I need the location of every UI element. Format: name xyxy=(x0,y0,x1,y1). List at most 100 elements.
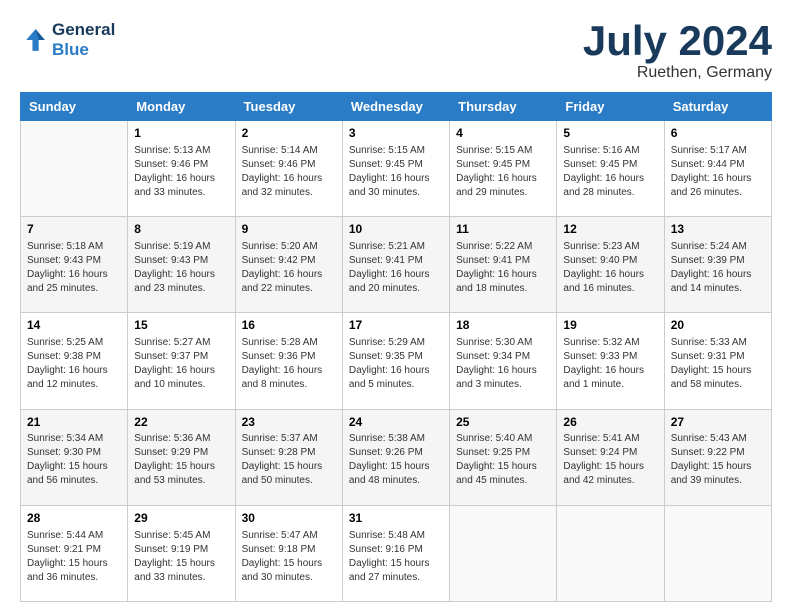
sunset-text: Sunset: 9:43 PM xyxy=(134,254,228,268)
table-row xyxy=(21,121,128,217)
sunrise-text: Sunrise: 5:27 AM xyxy=(134,336,228,350)
daylight-text: Daylight: 15 hours and 33 minutes. xyxy=(134,557,228,585)
day-number: 3 xyxy=(349,125,443,142)
sunset-text: Sunset: 9:28 PM xyxy=(242,446,336,460)
day-number: 9 xyxy=(242,221,336,238)
day-number: 10 xyxy=(349,221,443,238)
sunrise-text: Sunrise: 5:24 AM xyxy=(671,240,765,254)
calendar-week-row: 28 Sunrise: 5:44 AMSunset: 9:21 PM Dayligh… xyxy=(21,505,772,601)
table-row: 23Sunrise: 5:37 AMSunset: 9:28 PMDayligh… xyxy=(235,409,342,505)
day-number: 8 xyxy=(134,221,228,238)
col-friday: Friday xyxy=(557,93,664,121)
sunrise-text: Sunrise: 5:15 AM xyxy=(349,144,443,158)
sunset-text: Sunset: 9:35 PM xyxy=(349,350,443,364)
sunset-text: Sunset: 9:25 PM xyxy=(456,446,550,460)
table-row: 25Sunrise: 5:40 AMSunset: 9:25 PMDayligh… xyxy=(450,409,557,505)
sunrise-text: Sunrise: 5:43 AM xyxy=(671,432,765,446)
day-number: 12 xyxy=(563,221,657,238)
logo: General Blue xyxy=(20,20,115,59)
table-row: 21Sunrise: 5:34 AMSunset: 9:30 PMDayligh… xyxy=(21,409,128,505)
calendar-week-row: 7Sunrise: 5:18 AMSunset: 9:43 PMDaylight… xyxy=(21,217,772,313)
day-number: 28 xyxy=(27,510,121,527)
sunrise-text: Sunrise: 5:15 AM xyxy=(456,144,550,158)
sunset-text: Sunset: 9:41 PM xyxy=(456,254,550,268)
sunset-text: Sunset: 9:43 PM xyxy=(27,254,121,268)
sunrise-text: Sunrise: 5:18 AM xyxy=(27,240,121,254)
day-number: 17 xyxy=(349,317,443,334)
sunset-text: Sunset: 9:45 PM xyxy=(349,158,443,172)
sunrise-text: Sunrise: 5:23 AM xyxy=(563,240,657,254)
daylight-text: Daylight: 16 hours and 20 minutes. xyxy=(349,268,443,296)
daylight-text: Daylight: 15 hours and 30 minutes. xyxy=(242,557,336,585)
table-row: 6Sunrise: 5:17 AMSunset: 9:44 PMDaylight… xyxy=(664,121,771,217)
sunrise-text: Sunrise: 5:45 AM xyxy=(134,529,228,543)
daylight-text: Daylight: 16 hours and 33 minutes. xyxy=(134,172,228,200)
table-row: 9Sunrise: 5:20 AMSunset: 9:42 PMDaylight… xyxy=(235,217,342,313)
logo-text: General Blue xyxy=(52,20,115,59)
daylight-text: Daylight: 15 hours and 48 minutes. xyxy=(349,460,443,488)
daylight-text: Daylight: 16 hours and 23 minutes. xyxy=(134,268,228,296)
day-number: 15 xyxy=(134,317,228,334)
table-row: 3Sunrise: 5:15 AMSunset: 9:45 PMDaylight… xyxy=(342,121,449,217)
page: General Blue July 2024 Ruethen, Germany … xyxy=(0,0,792,612)
daylight-text: Daylight: 15 hours and 58 minutes. xyxy=(671,364,765,392)
sunrise-text: Sunrise: 5:14 AM xyxy=(242,144,336,158)
day-number: 16 xyxy=(242,317,336,334)
day-number: 14 xyxy=(27,317,121,334)
sunset-text: Sunset: 9:33 PM xyxy=(563,350,657,364)
sunset-text: Sunset: 9:41 PM xyxy=(349,254,443,268)
sunset-text: Sunset: 9:46 PM xyxy=(134,158,228,172)
table-row: 4Sunrise: 5:15 AMSunset: 9:45 PMDaylight… xyxy=(450,121,557,217)
day-number: 7 xyxy=(27,221,121,238)
table-row: 28Sunrise: 5:44 AMSunset: 9:21 PMDayligh… xyxy=(21,505,128,601)
daylight-text: Daylight: 16 hours and 10 minutes. xyxy=(134,364,228,392)
day-number: 6 xyxy=(671,125,765,142)
daylight-text: Daylight: 16 hours and 29 minutes. xyxy=(456,172,550,200)
day-number: 23 xyxy=(242,414,336,431)
daylight-text: Daylight: 15 hours and 53 minutes. xyxy=(134,460,228,488)
sunset-text: Sunset: 9:19 PM xyxy=(134,543,228,557)
table-row xyxy=(557,505,664,601)
daylight-text: Daylight: 16 hours and 5 minutes. xyxy=(349,364,443,392)
table-row: 13Sunrise: 5:24 AMSunset: 9:39 PMDayligh… xyxy=(664,217,771,313)
sunset-text: Sunset: 9:18 PM xyxy=(242,543,336,557)
daylight-text: Daylight: 15 hours and 56 minutes. xyxy=(27,460,121,488)
sunrise-text: Sunrise: 5:29 AM xyxy=(349,336,443,350)
col-saturday: Saturday xyxy=(664,93,771,121)
day-number: 25 xyxy=(456,414,550,431)
sunset-text: Sunset: 9:30 PM xyxy=(27,446,121,460)
sunrise-text: Sunrise: 5:44 AM xyxy=(27,529,121,543)
daylight-text: Daylight: 16 hours and 8 minutes. xyxy=(242,364,336,392)
day-number: 26 xyxy=(563,414,657,431)
sunrise-text: Sunrise: 5:30 AM xyxy=(456,336,550,350)
title-block: July 2024 Ruethen, Germany xyxy=(583,20,772,82)
sunrise-text: Sunrise: 5:25 AM xyxy=(27,336,121,350)
calendar-table: Sunday Monday Tuesday Wednesday Thursday… xyxy=(20,92,772,602)
table-row: 16Sunrise: 5:28 AMSunset: 9:36 PMDayligh… xyxy=(235,313,342,409)
sunset-text: Sunset: 9:42 PM xyxy=(242,254,336,268)
sunset-text: Sunset: 9:31 PM xyxy=(671,350,765,364)
calendar-week-row: 14Sunrise: 5:25 AMSunset: 9:38 PMDayligh… xyxy=(21,313,772,409)
day-number: 22 xyxy=(134,414,228,431)
daylight-text: Daylight: 16 hours and 16 minutes. xyxy=(563,268,657,296)
daylight-text: Daylight: 16 hours and 1 minute. xyxy=(563,364,657,392)
day-number: 18 xyxy=(456,317,550,334)
col-wednesday: Wednesday xyxy=(342,93,449,121)
day-number: 4 xyxy=(456,125,550,142)
daylight-text: Daylight: 15 hours and 50 minutes. xyxy=(242,460,336,488)
sunset-text: Sunset: 9:36 PM xyxy=(242,350,336,364)
sunrise-text: Sunrise: 5:21 AM xyxy=(349,240,443,254)
sunrise-text: Sunrise: 5:32 AM xyxy=(563,336,657,350)
location: Ruethen, Germany xyxy=(583,64,772,82)
sunset-text: Sunset: 9:24 PM xyxy=(563,446,657,460)
daylight-text: Daylight: 15 hours and 39 minutes. xyxy=(671,460,765,488)
daylight-text: Daylight: 16 hours and 12 minutes. xyxy=(27,364,121,392)
sunrise-text: Sunrise: 5:16 AM xyxy=(563,144,657,158)
sunset-text: Sunset: 9:45 PM xyxy=(563,158,657,172)
table-row: 19Sunrise: 5:32 AMSunset: 9:33 PMDayligh… xyxy=(557,313,664,409)
sunset-text: Sunset: 9:40 PM xyxy=(563,254,657,268)
table-row: 15Sunrise: 5:27 AMSunset: 9:37 PMDayligh… xyxy=(128,313,235,409)
sunset-text: Sunset: 9:34 PM xyxy=(456,350,550,364)
sunset-text: Sunset: 9:21 PM xyxy=(27,543,121,557)
sunrise-text: Sunrise: 5:37 AM xyxy=(242,432,336,446)
